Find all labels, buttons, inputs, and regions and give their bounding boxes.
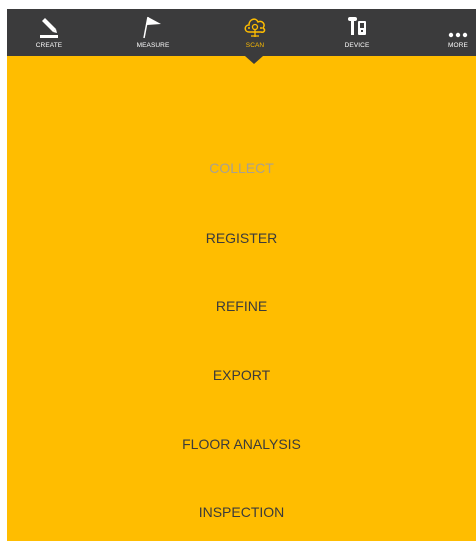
device-icon [346, 9, 368, 39]
tab-device[interactable]: DEVICE [332, 9, 382, 56]
top-toolbar: CREATE MEASURE SCAN DEVICE MORE [7, 9, 476, 56]
active-tab-pointer [245, 56, 263, 64]
tab-scan[interactable]: SCAN [230, 9, 280, 56]
menu-item-export[interactable]: EXPORT [7, 367, 476, 383]
tab-scan-label: SCAN [245, 42, 265, 49]
menu-item-inspection[interactable]: INSPECTION [7, 504, 476, 520]
tab-more[interactable]: MORE [440, 9, 476, 56]
menu-item-register[interactable]: REGISTER [7, 230, 476, 246]
app-frame: CREATE MEASURE SCAN DEVICE MORE COLLECT … [7, 9, 476, 541]
tab-device-label: DEVICE [344, 42, 370, 49]
cloud-scan-icon [242, 9, 268, 39]
menu-item-floor-analysis[interactable]: FLOOR ANALYSIS [7, 436, 476, 452]
tab-create[interactable]: CREATE [25, 9, 73, 56]
menu-item-refine[interactable]: REFINE [7, 298, 476, 314]
tab-create-label: CREATE [35, 42, 63, 49]
more-icon [448, 9, 468, 39]
pencil-icon [39, 9, 59, 39]
menu-item-collect: COLLECT [209, 160, 274, 176]
flag-icon [143, 9, 163, 39]
tab-more-label: MORE [448, 42, 468, 49]
tab-measure[interactable]: MEASURE [128, 9, 178, 56]
tab-measure-label: MEASURE [136, 42, 170, 49]
